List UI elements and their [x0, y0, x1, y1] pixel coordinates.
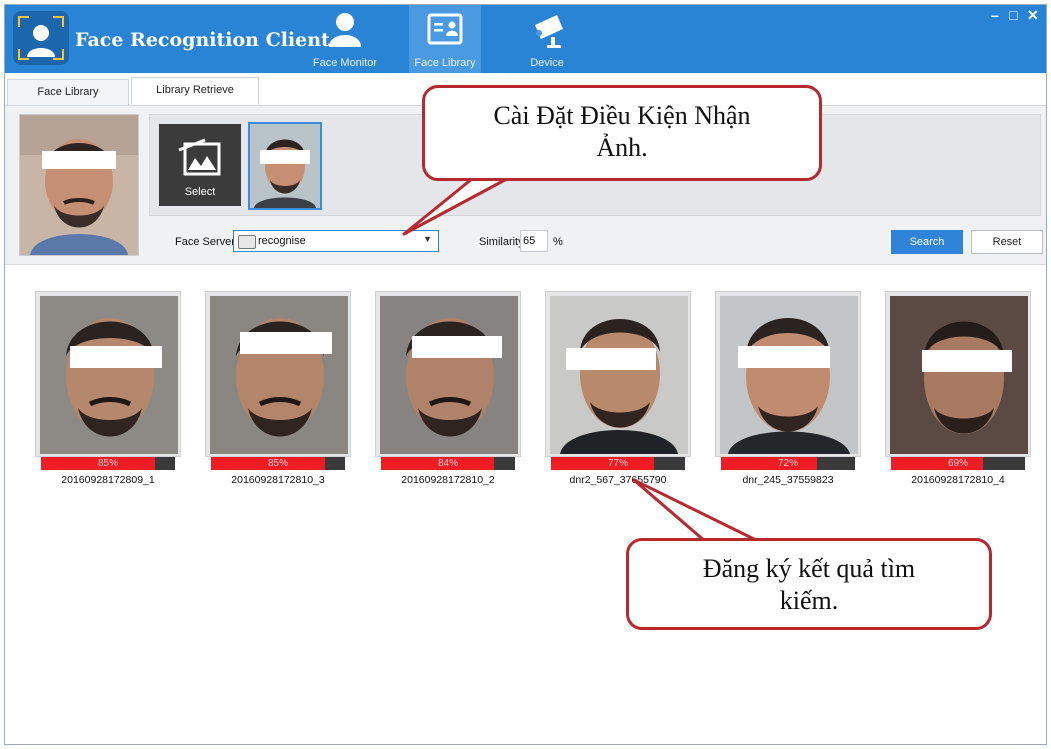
callout-text: Ảnh.: [596, 133, 648, 162]
callout-search-results: Đăng ký kết quả tìm kiếm.: [626, 538, 992, 630]
callout-text: kiếm.: [779, 586, 839, 615]
callout-text: Đăng ký kết quả tìm: [702, 554, 916, 583]
callout-text: Cài Đặt Điều Kiện Nhận: [493, 101, 751, 130]
callout-pointer-2: [632, 478, 762, 544]
callout-recognition-settings: Cài Đặt Điều Kiện Nhận Ảnh.: [422, 85, 822, 181]
callout-pointer-1: [402, 172, 518, 236]
